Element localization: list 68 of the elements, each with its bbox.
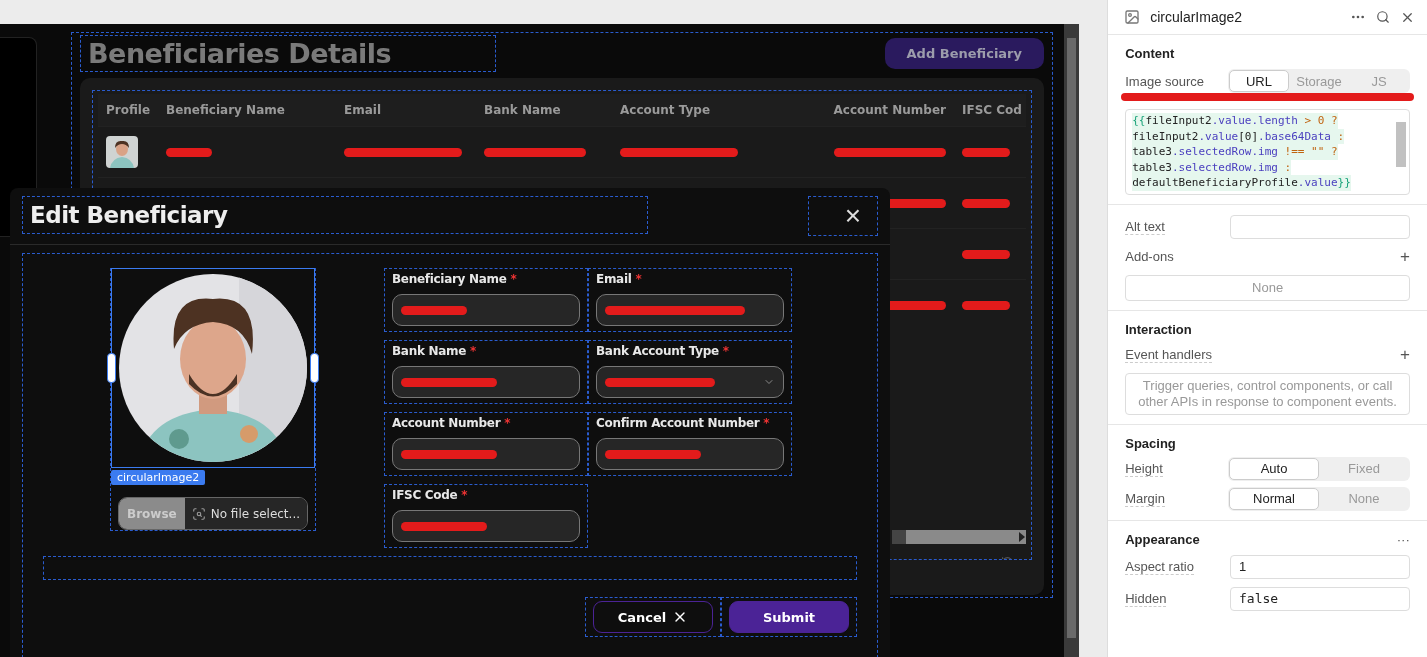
property-label: Alt text [1125, 218, 1165, 235]
input-field[interactable]: false [1230, 586, 1410, 611]
column-header[interactable]: Bank Name [476, 103, 612, 117]
column-header[interactable]: Email [336, 103, 476, 117]
input-field[interactable] [596, 294, 784, 326]
section-heading: Appearance [1125, 531, 1200, 547]
horizontal-scrollbar[interactable] [892, 530, 1026, 544]
field-label: Bank Account Type * [596, 344, 730, 358]
input-field[interactable] [392, 438, 580, 470]
column-header[interactable]: IFSC Cod [954, 103, 1031, 117]
search-icon[interactable] [1376, 10, 1390, 24]
column-header[interactable]: Profile [98, 103, 158, 117]
image-icon [1124, 9, 1141, 25]
component-label: circularImage2 [111, 470, 206, 486]
dialog-title: Edit Beneficiary [22, 196, 648, 234]
resize-handle[interactable] [310, 353, 319, 383]
segment-option[interactable]: Normal [1229, 487, 1319, 510]
property-label: Aspect ratio [1125, 558, 1194, 575]
cancel-button[interactable]: Cancel [593, 601, 713, 633]
component-name: circularImage2 [1150, 9, 1244, 25]
code-editor[interactable]: {{fileInput2.value.length > 0 ? fileInput2.value[0].base64Data : table3.selectedRow.img !== "" ? table3.selectedRow.img : defaultBeneficiaryProfile.value}} [1125, 109, 1410, 195]
select-field[interactable] [596, 366, 784, 398]
file-input[interactable]: Browse No file select... [118, 497, 308, 530]
property-label: Event handlers [1125, 346, 1212, 363]
input-field[interactable] [392, 366, 580, 398]
section-heading: Spacing [1125, 435, 1177, 451]
redaction-mark [962, 300, 1010, 310]
field-label: Email * [596, 272, 643, 286]
redaction-mark [962, 198, 1010, 208]
resize-handle[interactable] [107, 353, 116, 383]
field-label: Confirm Account Number * [596, 416, 771, 430]
scrollbar-thumb[interactable] [892, 530, 906, 544]
input-field[interactable]: 1 [1230, 554, 1410, 579]
section-heading: Interaction [1125, 321, 1193, 337]
property-label: Add-ons [1125, 249, 1174, 264]
redaction-mark [962, 147, 1010, 157]
field-label: Beneficiary Name * [392, 272, 518, 286]
add-button[interactable]: + [1400, 344, 1410, 365]
input-field[interactable] [596, 438, 784, 470]
event-handlers-hint: Trigger queries, control components, or call other APIs in response to component events. [1125, 372, 1410, 415]
field-label: IFSC Code * [392, 488, 469, 502]
vertical-scrollbar[interactable] [1064, 24, 1080, 657]
arrow-right-icon[interactable] [1018, 532, 1026, 542]
file-search-icon [191, 506, 206, 521]
segment-option[interactable]: Auto [1229, 457, 1319, 480]
column-header[interactable]: Account Type [612, 103, 782, 117]
property-label: Height [1125, 460, 1163, 477]
submit-button[interactable]: Submit [729, 601, 849, 633]
redaction-mark [962, 249, 1010, 259]
redaction-mark [166, 147, 212, 157]
column-header[interactable]: Account Number [782, 103, 954, 117]
input-field[interactable] [392, 294, 580, 326]
section-heading: Content [1125, 46, 1176, 61]
field-label: Account Number * [392, 416, 512, 430]
more-button[interactable]: ··· [1396, 531, 1410, 547]
addons-list: None [1125, 274, 1410, 301]
field-label: Bank Name * [392, 344, 477, 358]
property-label: Hidden [1125, 590, 1167, 607]
add-button[interactable]: + [1400, 246, 1410, 267]
property-label: Margin [1125, 490, 1165, 507]
segment-option[interactable]: URL [1229, 70, 1289, 92]
add-beneficiary-button[interactable]: Add Beneficiary [884, 38, 1044, 69]
column-header[interactable]: Beneficiary Name [158, 103, 336, 117]
property-label: Image source [1125, 73, 1204, 89]
close-button[interactable]: × [808, 196, 878, 236]
file-input-text: No file select... [210, 506, 300, 521]
page-title: Beneficiaries Details [80, 35, 496, 72]
input-field[interactable] [392, 510, 580, 542]
